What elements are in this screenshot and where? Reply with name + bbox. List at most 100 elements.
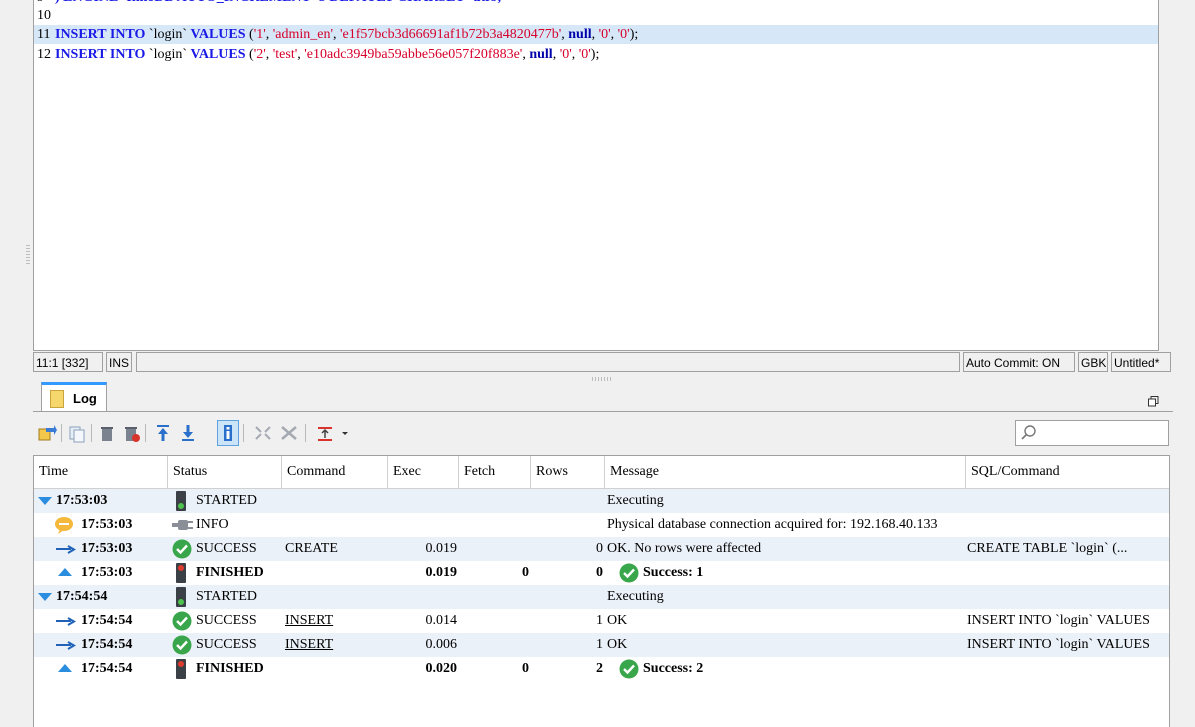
editor-status-bar: 11:1 [332] INS Auto Commit: ON GBK Untit… [33, 352, 1173, 374]
sql-string: '0' [598, 27, 611, 42]
tab-log[interactable]: Log [41, 382, 107, 412]
log-exec: 0.020 [425, 661, 458, 676]
tab-log-label: Log [73, 391, 97, 406]
scroll-bottom-icon[interactable] [177, 420, 199, 446]
log-exec: 0.006 [425, 637, 458, 652]
log-command-link[interactable]: INSERT [285, 609, 385, 633]
check-circle-icon [172, 611, 192, 631]
sql-string: '0' [578, 47, 591, 62]
triangle-up-icon [58, 568, 72, 576]
log-message-text: Success: 2 [643, 661, 704, 676]
log-row[interactable]: 17:54:54 FINISHED 0.020 0 2 Success: 2 [34, 657, 1169, 681]
sql-null: null [529, 47, 553, 62]
sql-keyword: VALUES [190, 27, 246, 42]
log-message: OK. No rows were affected [607, 541, 762, 556]
log-row[interactable]: 17:54:54 SUCCESS INSERT 0.014 1 OK INSER… [34, 609, 1169, 633]
expand-all-icon[interactable] [252, 420, 274, 446]
line-number: 12 [37, 47, 51, 62]
log-row[interactable]: 17:53:03 STARTED Executing [34, 489, 1169, 513]
editor-line-11: 11 INSERT INTO `login` VALUES ('1', 'admi… [34, 25, 1158, 44]
log-message: Physical database connection acquired fo… [607, 517, 938, 532]
horizontal-splitter-grip[interactable] [592, 377, 612, 381]
col-rows[interactable]: Rows [531, 456, 605, 488]
log-sql: INSERT INTO `login` VALUES [967, 637, 1150, 652]
log-rows: 0 [596, 541, 603, 556]
log-command: CREATE [285, 541, 338, 556]
sql-string: '2' [253, 47, 266, 62]
chevron-down-icon[interactable] [338, 420, 352, 446]
check-circle-icon [172, 635, 192, 655]
log-row[interactable]: 17:53:03 INFO Physical database connecti… [34, 513, 1169, 537]
log-status: STARTED [196, 589, 258, 604]
editor-line-10: 10 [34, 6, 1158, 25]
red-traffic-light-icon [176, 659, 186, 679]
encoding-indicator[interactable]: GBK [1078, 352, 1108, 372]
log-toolbar [36, 420, 376, 446]
search-icon [1021, 425, 1036, 440]
sql-string: 'admin_en' [272, 27, 334, 42]
log-search [1015, 420, 1169, 446]
scroll-top-icon[interactable] [152, 420, 174, 446]
sql-string: 'test' [272, 47, 298, 62]
show-info-icon[interactable] [217, 420, 239, 446]
sql-string: 'e1f57bcb3d66691af1b72b3a4820477b' [340, 27, 562, 42]
col-fetch[interactable]: Fetch [459, 456, 531, 488]
restore-window-icon[interactable] [1148, 396, 1159, 407]
log-status: FINISHED [196, 565, 264, 580]
log-rows: 2 [596, 661, 603, 676]
red-traffic-light-icon [176, 563, 186, 583]
vertical-splitter-grip[interactable] [26, 245, 30, 265]
log-table-header: Time Status Command Exec Fetch Rows Mess… [34, 456, 1169, 489]
log-table: Time Status Command Exec Fetch Rows Mess… [33, 455, 1170, 727]
log-row[interactable]: 17:53:03 SUCCESS CREATE 0.019 0 OK. No r… [34, 537, 1169, 561]
green-traffic-light-icon [176, 587, 186, 607]
filter-icon[interactable] [314, 420, 336, 446]
log-rows: 1 [596, 637, 603, 652]
copy-icon[interactable] [66, 420, 88, 446]
log-message: Executing [607, 493, 664, 508]
log-sql: INSERT INTO `login` VALUES [967, 613, 1150, 628]
export-log-icon[interactable] [36, 420, 58, 446]
search-input[interactable] [1040, 423, 1168, 445]
col-exec[interactable]: Exec [388, 456, 459, 488]
check-circle-icon [172, 539, 192, 559]
log-rows: 0 [596, 565, 603, 580]
sql-editor[interactable]: 9) ENGINE=InnoDB AUTO_INCREMENT=3 DEFAUL… [33, 0, 1159, 351]
delete-icon[interactable] [96, 420, 118, 446]
line-number: 11 [37, 27, 51, 42]
arrow-right-icon [56, 545, 76, 554]
tab-divider [33, 411, 1173, 412]
log-status: SUCCESS [196, 637, 257, 652]
log-command-link[interactable]: INSERT [285, 633, 385, 657]
triangle-down-icon[interactable] [38, 497, 52, 506]
log-exec: 0.019 [425, 541, 458, 556]
log-sql: CREATE TABLE `login` (... [967, 541, 1128, 556]
sql-string: '0' [617, 27, 630, 42]
speech-bubble-icon [55, 517, 73, 534]
triangle-up-icon [58, 664, 72, 672]
cursor-position: 11:1 [332] [33, 352, 103, 372]
arrow-right-icon [56, 641, 76, 650]
log-exec: 0.019 [425, 565, 458, 580]
delete-all-icon[interactable] [120, 420, 142, 446]
document-name: Untitled* [1111, 352, 1171, 372]
col-sql-command[interactable]: SQL/Command [966, 456, 1169, 488]
log-status: SUCCESS [196, 541, 257, 556]
log-message: OK [607, 637, 628, 652]
log-time: 17:54:54 [81, 637, 133, 652]
col-command[interactable]: Command [282, 456, 388, 488]
log-message: Success: 2 [619, 657, 963, 681]
auto-commit-toggle[interactable]: Auto Commit: ON [963, 352, 1075, 372]
collapse-all-icon[interactable] [278, 420, 300, 446]
log-message-text: Success: 1 [643, 565, 704, 580]
log-status: STARTED [196, 493, 258, 508]
arrow-right-icon [56, 617, 76, 626]
col-status[interactable]: Status [168, 456, 282, 488]
col-message[interactable]: Message [605, 456, 966, 488]
log-row[interactable]: 17:54:54 STARTED Executing [34, 585, 1169, 609]
log-row[interactable]: 17:54:54 SUCCESS INSERT 0.006 1 OK INSER… [34, 633, 1169, 657]
triangle-down-icon[interactable] [38, 593, 52, 602]
green-traffic-light-icon [176, 491, 186, 511]
log-row[interactable]: 17:53:03 FINISHED 0.019 0 0 Success: 1 [34, 561, 1169, 585]
col-time[interactable]: Time [34, 456, 168, 488]
